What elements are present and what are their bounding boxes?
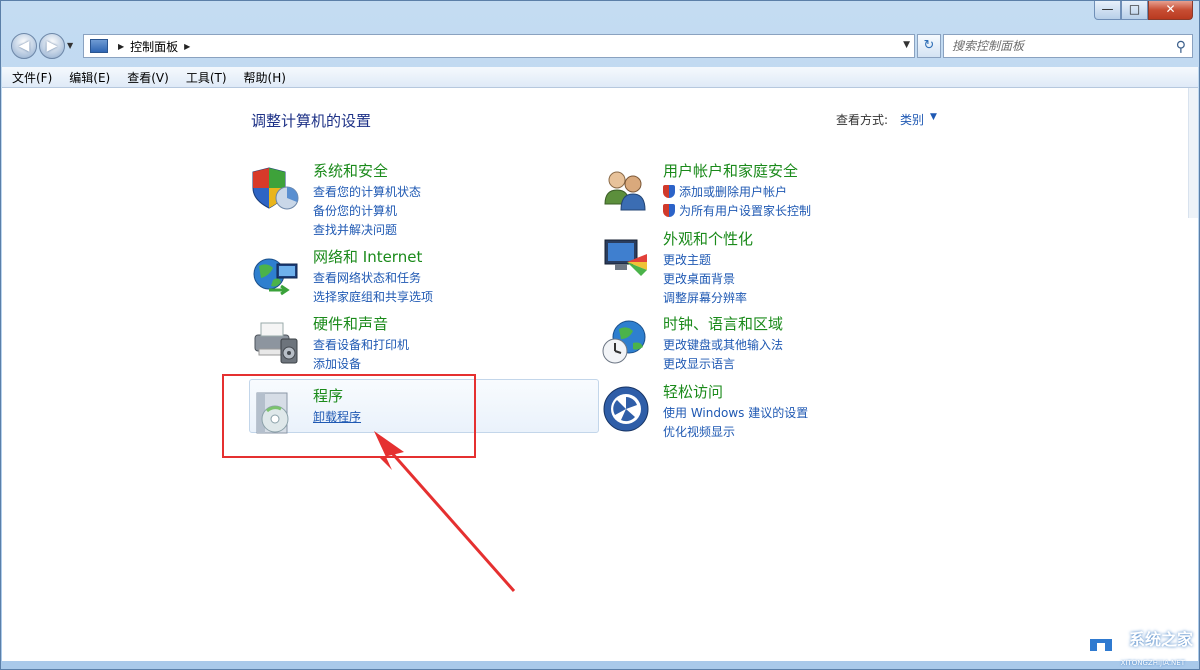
- menu-view[interactable]: 查看(V): [127, 69, 169, 86]
- recent-pages-chevron-down-icon[interactable]: ▼: [67, 41, 73, 50]
- minimize-button[interactable]: —: [1094, 1, 1121, 20]
- menu-edit[interactable]: 编辑(E): [69, 69, 110, 86]
- control-panel-window: — □ ✕ ◀ ▶ ▼ ▶ 控制面板 ▶ ▼ ↻ 搜索控制面板 ⚲ 文件(F) …: [0, 0, 1200, 670]
- menu-help[interactable]: 帮助(H): [244, 69, 286, 86]
- annotation-arrow-icon: [374, 431, 516, 592]
- back-button[interactable]: ◀: [11, 33, 37, 59]
- menu-file[interactable]: 文件(F): [12, 69, 52, 86]
- refresh-button[interactable]: ↻: [917, 34, 941, 58]
- caption-buttons: — □ ✕: [1094, 1, 1193, 20]
- navigation-bar: ◀ ▶ ▼ ▶ 控制面板 ▶ ▼ ↻ 搜索控制面板 ⚲: [9, 31, 1193, 61]
- search-icon[interactable]: ⚲: [1176, 36, 1186, 58]
- content-pane: 调整计算机的设置 查看方式: 类别 ▼ 系统和安全 查看您的计算机状态 备份您的…: [2, 88, 1198, 661]
- breadcrumb-control-panel[interactable]: 控制面板: [130, 38, 178, 55]
- control-panel-icon: [90, 39, 108, 53]
- search-input[interactable]: 搜索控制面板 ⚲: [943, 34, 1193, 58]
- house-logo-icon: [1079, 622, 1123, 653]
- menu-tools[interactable]: 工具(T): [186, 69, 227, 86]
- address-bar[interactable]: ▶ 控制面板 ▶ ▼: [83, 34, 915, 58]
- watermark-subtext: XITONGZHIJIA.NET: [1120, 659, 1185, 667]
- watermark: 系统之家 XITONGZHIJIA.NET: [1077, 621, 1193, 667]
- menu-bar: 文件(F) 编辑(E) 查看(V) 工具(T) 帮助(H): [2, 67, 1198, 88]
- maximize-button[interactable]: □: [1121, 1, 1148, 20]
- breadcrumb-arrow-icon[interactable]: ▶: [118, 42, 124, 51]
- forward-button[interactable]: ▶: [39, 33, 65, 59]
- breadcrumb-arrow-icon[interactable]: ▶: [184, 42, 190, 51]
- watermark-text: 系统之家: [1128, 630, 1193, 649]
- search-placeholder: 搜索控制面板: [952, 39, 1025, 53]
- close-button[interactable]: ✕: [1148, 1, 1193, 20]
- address-chevron-down-icon[interactable]: ▼: [903, 40, 910, 50]
